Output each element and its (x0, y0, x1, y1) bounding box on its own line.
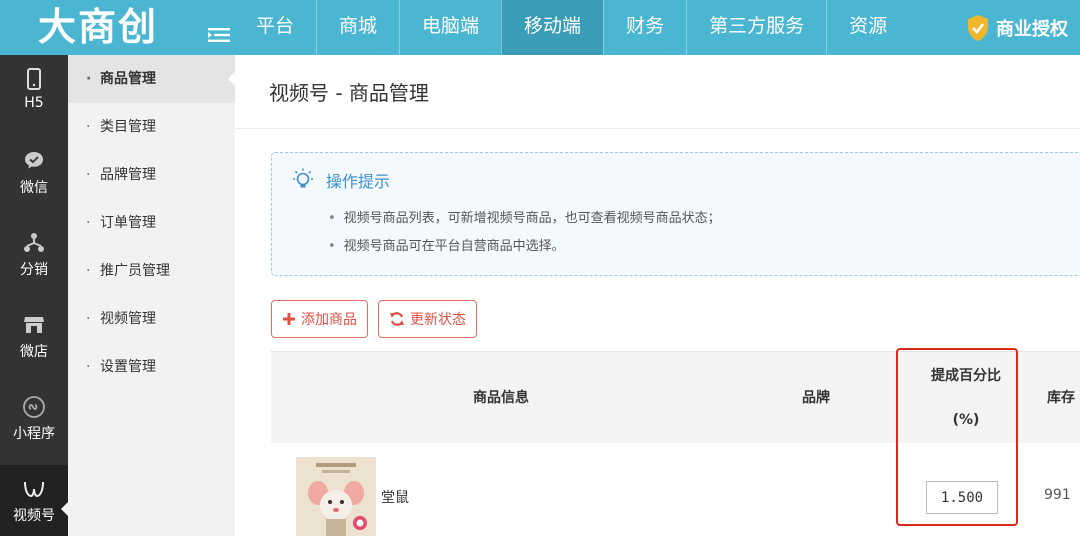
commission-header-line-1: 提成百分比 (931, 368, 1001, 384)
nav-item-platform[interactable]: 平台 (234, 0, 316, 55)
shield-icon (968, 14, 988, 41)
sub-item-brand-management[interactable]: 品牌管理 (68, 151, 235, 199)
stock-value: 991 (1044, 487, 1071, 503)
rail-item-wechat[interactable]: 微信 (0, 137, 68, 217)
product-name[interactable]: 堂鼠 (381, 487, 409, 507)
lightbulb-icon (293, 168, 313, 188)
table-header: 商品信息 品牌 提成百分比 (%) 库存 (271, 351, 1080, 443)
nav-item-finance[interactable]: 财务 (603, 0, 686, 55)
commercial-license-link[interactable]: 商业授权 (966, 0, 1068, 55)
main-content: 视频号 - 商品管理 操作提示 视频号商品列表，可新增视频号商品，也可查看视频号… (235, 55, 1080, 536)
sub-item-product-management[interactable]: 商品管理 (68, 55, 236, 103)
commercial-license-label: 商业授权 (996, 18, 1068, 40)
logo-text: 大商创 (38, 5, 159, 49)
page-title: 视频号 - 商品管理 (269, 81, 429, 105)
rail-item-shop[interactable]: 微店 (0, 301, 68, 381)
column-header-product-info: 商品信息 (473, 390, 529, 406)
rail-label-distribution: 分销 (20, 262, 48, 278)
tip-line-2: 视频号商品可在平台自营商品中选择。 (328, 235, 565, 254)
shop-icon (24, 317, 44, 333)
top-bar: 大商创 平台 商城 电脑端 移动端 财务 第三方服务 资源 商业授权 (0, 0, 1080, 55)
product-thumbnail[interactable] (296, 457, 376, 536)
refresh-status-label: 更新状态 (410, 312, 466, 328)
rail-item-h5[interactable]: H5 (0, 55, 68, 135)
nav-item-mobile[interactable]: 移动端 (501, 0, 604, 55)
icon-rail: H5 微信 分销 微店 小程序 视频号 (0, 55, 69, 536)
sub-item-promoter-management[interactable]: 推广员管理 (68, 247, 235, 295)
main-nav: 平台 商城 电脑端 移动端 财务 第三方服务 资源 (234, 0, 909, 55)
tip-line-1: 视频号商品列表，可新增视频号商品，也可查看视频号商品状态； (328, 207, 721, 226)
tips-header: 操作提示 (290, 167, 390, 193)
rail-item-channels[interactable]: 视频号 (0, 465, 69, 536)
sub-item-video-management[interactable]: 视频管理 (68, 295, 235, 343)
nav-item-third-party[interactable]: 第三方服务 (686, 0, 826, 55)
rail-item-miniprogram[interactable]: 小程序 (0, 383, 68, 463)
rail-label-wechat: 微信 (20, 180, 48, 196)
menu-toggle-icon[interactable] (208, 26, 230, 44)
refresh-icon (390, 312, 404, 326)
tips-heading: 操作提示 (326, 172, 391, 191)
column-header-brand: 品牌 (802, 390, 830, 406)
rail-item-distribution[interactable]: 分销 (0, 219, 68, 299)
logo[interactable]: 大商创 (0, 0, 235, 55)
tips-panel: 操作提示 视频号商品列表，可新增视频号商品，也可查看视频号商品状态； 视频号商品… (271, 152, 1080, 276)
miniprogram-icon (23, 396, 45, 418)
sub-nav: 商品管理 类目管理 品牌管理 订单管理 推广员管理 视频管理 设置管理 (68, 55, 236, 536)
rail-label-channels: 视频号 (13, 508, 55, 524)
channels-icon (24, 481, 44, 498)
column-header-stock: 库存 (1047, 390, 1075, 406)
plus-icon (283, 313, 295, 325)
nav-item-resources[interactable]: 资源 (826, 0, 909, 55)
commission-header-line-2: (%) (952, 412, 980, 428)
sub-item-settings-management[interactable]: 设置管理 (68, 343, 235, 391)
title-divider (235, 128, 1080, 129)
column-header-commission: 提成百分比 (%) (901, 352, 1031, 444)
wechat-icon (25, 152, 43, 169)
commission-input[interactable] (926, 481, 998, 514)
nav-item-pc[interactable]: 电脑端 (399, 0, 501, 55)
sub-item-category-management[interactable]: 类目管理 (68, 103, 235, 151)
refresh-status-button[interactable]: 更新状态 (378, 300, 477, 338)
add-product-button[interactable]: 添加商品 (271, 300, 368, 338)
phone-icon (27, 68, 41, 90)
rail-label-h5: H5 (24, 95, 44, 111)
rail-label-shop: 微店 (20, 344, 48, 360)
table-row: 堂鼠 991 (271, 443, 1080, 536)
sub-item-order-management[interactable]: 订单管理 (68, 199, 235, 247)
rail-label-miniprogram: 小程序 (13, 426, 55, 442)
distribution-icon (24, 233, 44, 252)
product-mascot-image (296, 457, 376, 536)
nav-item-mall[interactable]: 商城 (316, 0, 399, 55)
add-product-label: 添加商品 (301, 312, 357, 328)
